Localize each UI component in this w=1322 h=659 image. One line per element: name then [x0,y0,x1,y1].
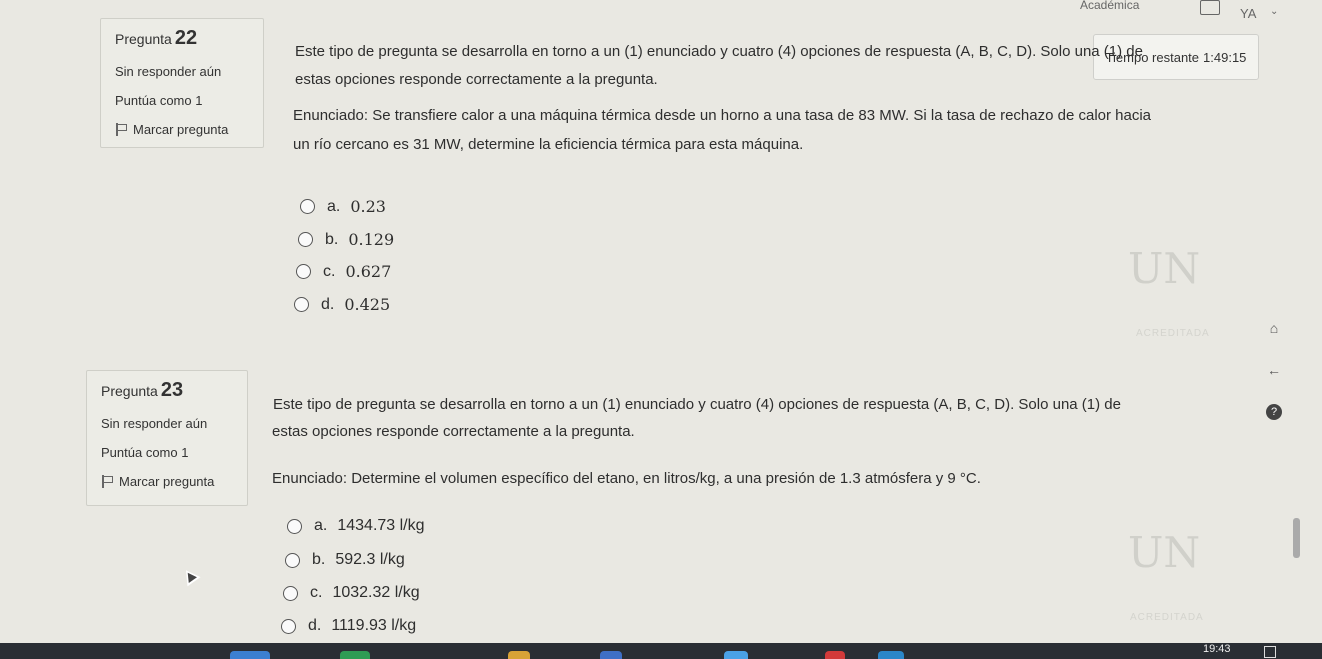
taskbar-app-icon[interactable] [878,651,904,659]
question-points: Puntúa como 1 [101,445,189,460]
flag-question-label: Marcar pregunta [119,474,215,489]
accreditation-watermark: ACREDITADA [1136,328,1210,339]
question-status: Sin responder aún [101,416,208,431]
timer-value: 1:49:15 [1203,49,1247,65]
answer-option[interactable]: b. 0.129 [298,230,394,249]
user-avatar[interactable]: YA [1240,6,1256,21]
question-text-23-line-3: Enunciado: Determine el volumen específi… [272,470,981,487]
question-info-22: Pregunta 22 Sin responder aún Puntúa como… [100,18,264,148]
taskbar-app-icon[interactable] [724,651,748,659]
university-logo-watermark: UN [1128,528,1201,577]
taskbar-app-icon[interactable] [340,651,370,659]
question-text-22-line-2: estas opciones responde correctamente a … [295,71,658,88]
flag-question-button[interactable]: Marcar pregunta [115,122,249,137]
mouse-cursor-icon [179,565,201,587]
question-points: Puntúa como 1 [115,93,203,108]
taskbar-clock: 19:43 [1203,643,1231,655]
answer-option[interactable]: d. 1119.93 l/kg [281,617,416,635]
taskbar: 19:43 [0,643,1322,659]
home-icon[interactable]: ⌂ [1264,320,1284,336]
radio-button[interactable] [287,518,302,534]
question-text-23-line-2: estas opciones responde correctamente a … [272,423,635,440]
question-text-23-line-1: Este tipo de pregunta se desarrolla en t… [273,396,1121,413]
question-info-23: Pregunta 23 Sin responder aún Puntúa como… [86,370,248,506]
radio-button[interactable] [298,232,313,247]
notification-icon[interactable] [1264,646,1276,658]
answer-option[interactable]: a. 0.23 [300,197,386,216]
help-button[interactable]: ? [1264,404,1284,420]
flag-question-label: Marcar pregunta [133,122,229,137]
flag-icon [101,475,113,488]
accreditation-watermark: ACREDITADA [1130,612,1204,623]
taskbar-app-icon[interactable] [825,651,845,659]
mail-icon[interactable] [1200,0,1220,15]
radio-button[interactable] [285,552,300,568]
taskbar-app-icon[interactable] [230,651,270,659]
answer-option[interactable]: c. 1032.32 l/kg [283,584,420,602]
help-icon: ? [1266,404,1282,420]
university-logo-watermark: UN [1128,244,1201,293]
radio-button[interactable] [283,585,298,601]
question-text-22-line-3: Enunciado: Se transfiere calor a una máq… [293,107,1152,124]
answer-option[interactable]: c. 0.627 [296,262,391,281]
question-text-22-line-4: un río cercano es 31 MW, determine la ef… [293,136,804,153]
chevron-down-icon[interactable]: ⌄ [1270,6,1278,17]
radio-button[interactable] [294,297,309,312]
back-arrow-icon[interactable]: ← [1264,362,1284,378]
scrollbar-thumb[interactable] [1293,518,1300,558]
answer-option[interactable]: a. 1434.73 l/kg [287,517,425,535]
question-number: Pregunta 22 [115,27,198,49]
question-number: Pregunta 23 [101,379,184,401]
question-status: Sin responder aún [115,64,222,79]
top-bar: Académica YA ⌄ [1060,0,1322,22]
taskbar-app-icon[interactable] [508,651,530,659]
taskbar-app-icon[interactable] [600,651,622,659]
radio-button[interactable] [281,618,296,634]
question-text-22-line-1: Este tipo de pregunta se desarrolla en t… [295,43,1143,60]
flag-question-button[interactable]: Marcar pregunta [101,474,233,489]
radio-button[interactable] [296,264,311,279]
academic-menu[interactable]: Académica [1080,0,1139,12]
answer-option[interactable]: b. 592.3 l/kg [285,551,405,569]
flag-icon [115,123,127,136]
radio-button[interactable] [300,199,315,214]
answer-option[interactable]: d. 0.425 [294,295,390,314]
